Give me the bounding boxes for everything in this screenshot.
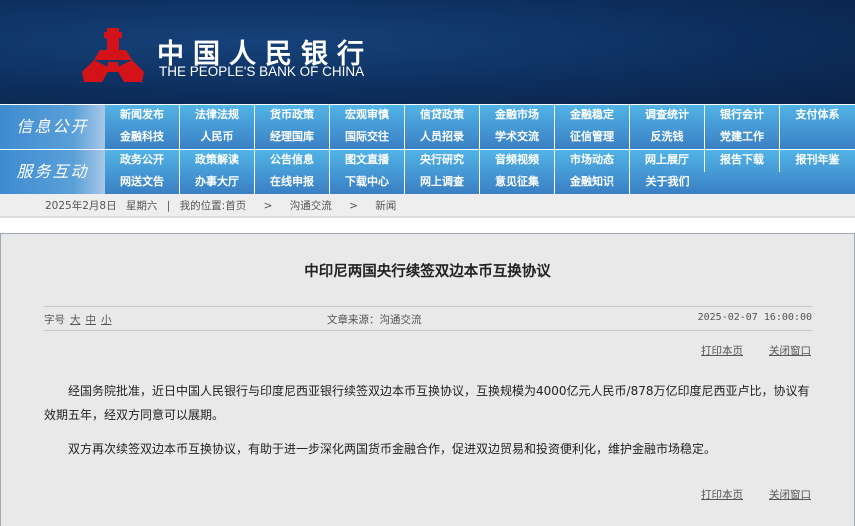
nav-item[interactable]: 银行会计 (705, 105, 780, 127)
nav-item[interactable]: 政务公开 (105, 150, 180, 172)
nav-row: 金融科技 人民币 经理国库 国际交往 人员招录 学术交流 征信管理 反洗钱 党建… (105, 127, 780, 149)
print-page-link[interactable]: 打印本页 (701, 345, 743, 357)
article-paragraph: 双方再次续签双边本币互换协议，有助于进一步深化两国货币金融合作，促进双边贸易和投… (68, 442, 717, 456)
article-actions-bottom: 打印本页 关闭窗口 (675, 487, 811, 502)
nav-item[interactable]: 经理国库 (255, 127, 330, 149)
nav-item[interactable]: 金融科技 (105, 127, 180, 149)
nav-item[interactable]: 金融稳定 (555, 105, 630, 127)
location-label: 我的位置: (179, 200, 226, 212)
nav-item[interactable]: 反洗钱 (630, 127, 705, 149)
breadcrumb-news[interactable]: 新闻 (375, 200, 396, 212)
breadcrumb: 2025年2月8日 星期六 | 我的位置:首页 > 沟通交流 > 新闻 (0, 194, 855, 218)
nav-row: 新闻发布 法律法规 货币政策 宏观审慎 信贷政策 金融市场 金融稳定 调查统计 … (105, 105, 855, 127)
nav-item[interactable]: 意见征集 (480, 172, 555, 194)
current-date: 2025年2月8日 (45, 200, 117, 212)
nav-item[interactable]: 关于我们 (630, 172, 705, 194)
font-size-large[interactable]: 大 (70, 314, 81, 326)
site-header: 中国人民银行 THE PEOPLE'S BANK OF CHINA (0, 0, 855, 104)
chevron-right-icon: > (263, 200, 273, 212)
print-page-link[interactable]: 打印本页 (701, 489, 743, 501)
nav-item[interactable]: 法律法规 (180, 105, 255, 127)
nav-item[interactable]: 党建工作 (705, 127, 780, 149)
nav-item[interactable]: 信贷政策 (405, 105, 480, 127)
nav-row: 网送文告 办事大厅 在线申报 下载中心 网上调查 意见征集 金融知识 关于我们 (105, 172, 705, 194)
nav-item[interactable]: 报告下载 (705, 150, 780, 172)
nav-item[interactable]: 新闻发布 (105, 105, 180, 127)
article-actions-top: 打印本页 关闭窗口 (675, 343, 811, 358)
nav-row: 政务公开 政策解读 公告信息 图文直播 央行研究 音频视频 市场动态 网上展厅 … (105, 150, 855, 172)
nav-item[interactable]: 图文直播 (330, 150, 405, 172)
divider (44, 306, 812, 307)
nav-item[interactable]: 人民币 (180, 127, 255, 149)
weekday: 星期六 (125, 200, 158, 212)
nav-item[interactable]: 公告信息 (255, 150, 330, 172)
breadcrumb-home[interactable]: 首页 (225, 200, 246, 212)
nav-item[interactable]: 人员招录 (405, 127, 480, 149)
nav-item[interactable]: 下载中心 (330, 172, 405, 194)
nav-item[interactable]: 金融知识 (555, 172, 630, 194)
article-panel: 中印尼两国央行续签双边本币互换协议 字号大中小 文章来源：沟通交流 2025-0… (0, 233, 855, 526)
font-size-label: 字号 (44, 314, 65, 326)
nav-item[interactable]: 办事大厅 (180, 172, 255, 194)
nav-section-label: 信息公开 (0, 105, 105, 149)
font-size-controls: 字号大中小 (44, 312, 112, 327)
nav-item[interactable]: 货币政策 (255, 105, 330, 127)
nav-item[interactable]: 征信管理 (555, 127, 630, 149)
nav-service-interaction: 服务互动 政务公开 政策解读 公告信息 图文直播 央行研究 音频视频 市场动态 … (0, 150, 855, 194)
font-size-medium[interactable]: 中 (86, 314, 97, 326)
close-window-link[interactable]: 关闭窗口 (769, 345, 811, 357)
nav-item[interactable]: 金融市场 (480, 105, 555, 127)
chevron-right-icon: > (349, 200, 358, 212)
nav-item[interactable]: 在线申报 (255, 172, 330, 194)
nav-item[interactable]: 网上展厅 (630, 150, 705, 172)
breadcrumb-communication[interactable]: 沟通交流 (290, 200, 332, 212)
article-paragraph: 经国务院批准，近日中国人民银行与印度尼西亚银行续签双边本币互换协议，互换规模为4… (44, 384, 810, 422)
article-source: 文章来源：沟通交流 (327, 314, 422, 326)
article-title: 中印尼两国央行续签双边本币互换协议 (304, 264, 551, 280)
divider (44, 330, 812, 331)
nav-item[interactable]: 报刊年鉴 (780, 150, 855, 172)
nav-item[interactable]: 宏观审慎 (330, 105, 405, 127)
nav-item[interactable]: 音频视频 (480, 150, 555, 172)
nav-item[interactable]: 网上调查 (405, 172, 480, 194)
nav-item[interactable]: 政策解读 (180, 150, 255, 172)
pboc-emblem-icon (82, 28, 144, 82)
close-window-link[interactable]: 关闭窗口 (769, 489, 811, 501)
nav-section-label: 服务互动 (0, 150, 105, 194)
nav-item[interactable]: 学术交流 (480, 127, 555, 149)
nav-item[interactable]: 央行研究 (405, 150, 480, 172)
nav-item[interactable]: 支付体系 (780, 105, 855, 127)
article-datetime: 2025-02-07 16:00:00 (697, 312, 812, 323)
nav-item[interactable]: 调查统计 (630, 105, 705, 127)
nav-item[interactable]: 网送文告 (105, 172, 180, 194)
nav-item[interactable]: 市场动态 (555, 150, 630, 172)
logo-text-en: THE PEOPLE'S BANK OF CHINA (159, 64, 365, 79)
nav-item[interactable]: 国际交往 (330, 127, 405, 149)
nav-info-disclosure: 信息公开 新闻发布 法律法规 货币政策 宏观审慎 信贷政策 金融市场 金融稳定 … (0, 105, 855, 149)
font-size-small[interactable]: 小 (101, 314, 112, 326)
separator: | (166, 200, 171, 212)
